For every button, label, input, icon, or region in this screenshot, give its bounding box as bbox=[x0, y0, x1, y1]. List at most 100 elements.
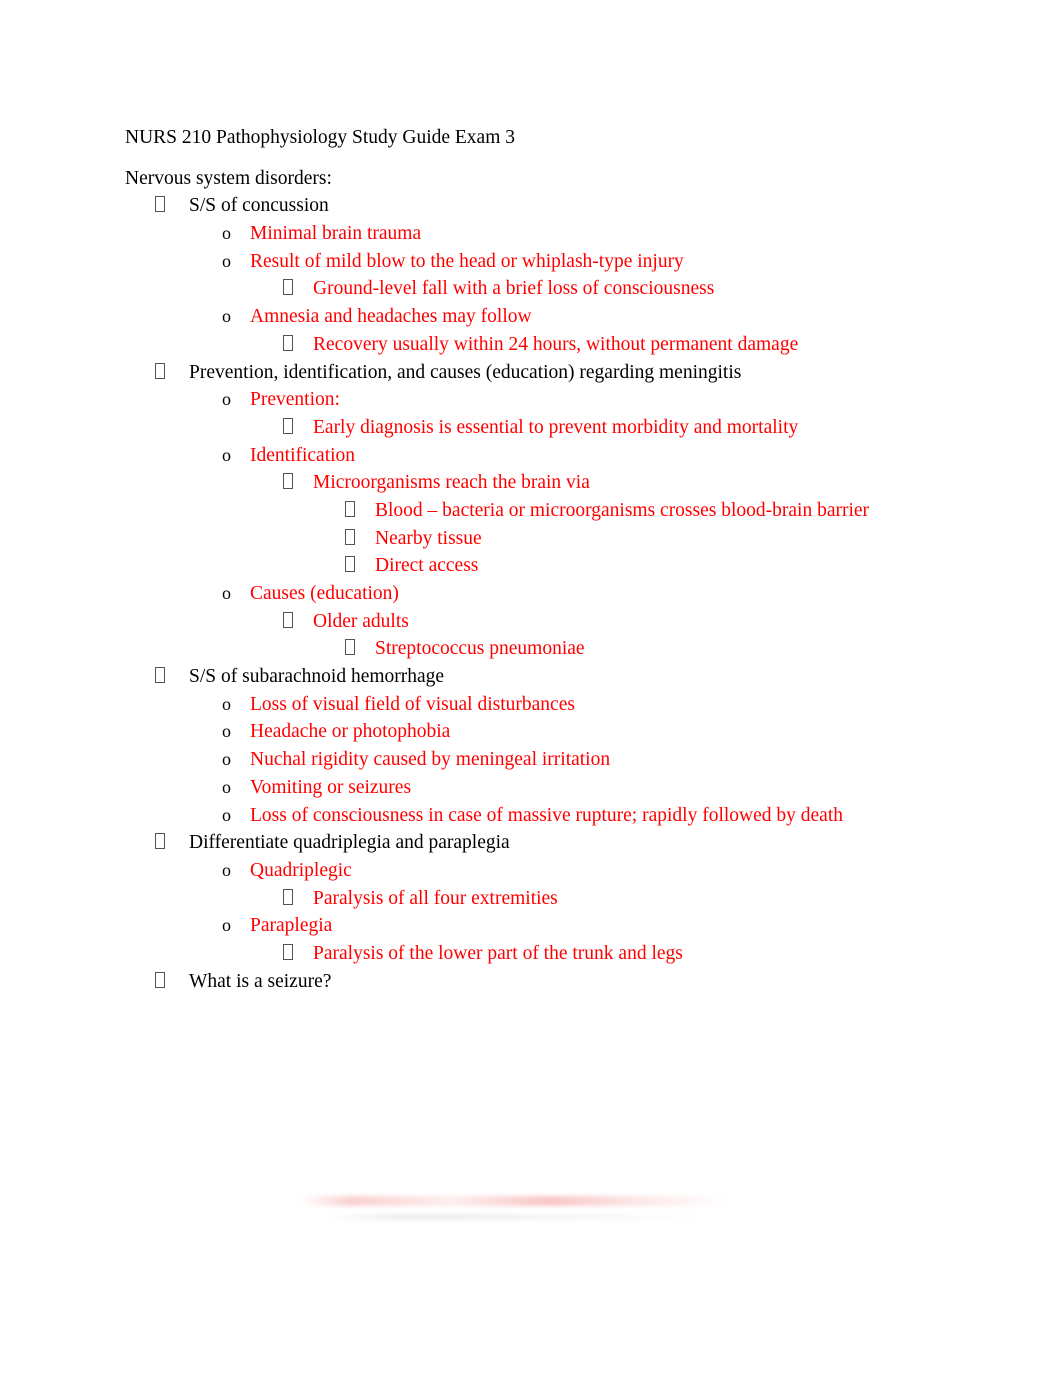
bullet-marker-box-icon bbox=[345, 525, 355, 553]
bullet-marker-box-icon bbox=[283, 608, 293, 636]
missing-glyph-box bbox=[283, 334, 293, 351]
bullet-marker-o-icon: o bbox=[222, 859, 231, 880]
bullet-marker-box-icon bbox=[155, 192, 165, 220]
missing-glyph-box bbox=[155, 971, 165, 988]
outline-item-text: Differentiate quadriplegia and paraplegi… bbox=[189, 832, 510, 854]
outline-item-text: Result of mild blow to the head or whipl… bbox=[250, 250, 684, 272]
bullet-marker-box-icon bbox=[155, 829, 165, 857]
outline-item-text: Early diagnosis is essential to prevent … bbox=[313, 416, 799, 438]
outline-item-level3: Recovery usually within 24 hours, withou… bbox=[125, 331, 945, 359]
outline-item-level4: Nearby tissue bbox=[125, 525, 945, 553]
document-body: NURS 210 Pathophysiology Study Guide Exa… bbox=[125, 124, 945, 995]
outline-item-text: Paralysis of all four extremities bbox=[313, 887, 558, 909]
missing-glyph-box bbox=[155, 196, 165, 213]
missing-glyph-box bbox=[155, 667, 165, 684]
bullet-marker-box-icon bbox=[283, 940, 293, 968]
outline-item-level2: o Causes (education) bbox=[125, 580, 945, 608]
bullet-marker-box-icon bbox=[283, 885, 293, 913]
outline-item-level2: o Result of mild blow to the head or whip… bbox=[125, 248, 945, 276]
outline-item-level2: o Headache or photophobia bbox=[125, 718, 945, 746]
outline-item-text: Direct access bbox=[375, 555, 479, 577]
outline-item-text: Prevention: bbox=[250, 389, 340, 411]
bullet-marker-box-icon bbox=[155, 663, 165, 691]
bullet-marker-box-icon bbox=[155, 968, 165, 996]
bullet-marker-o-icon: o bbox=[222, 749, 231, 770]
bullet-marker-box-icon bbox=[345, 497, 355, 525]
outline-item-text: Causes (education) bbox=[250, 583, 399, 605]
bullet-marker-o-icon: o bbox=[222, 693, 231, 714]
outline-item-level2: o Quadriplegic bbox=[125, 857, 945, 885]
bullet-marker-o-icon: o bbox=[222, 444, 231, 465]
outline-item-text: S/S of subarachnoid hemorrhage bbox=[189, 666, 445, 688]
outline-item-level3: Microorganisms reach the brain via bbox=[125, 469, 945, 497]
outline-item-level2: o Nuchal rigidity caused by meningeal irr… bbox=[125, 746, 945, 774]
page-scan-artifact-secondary bbox=[330, 1214, 710, 1220]
bullet-marker-box-icon bbox=[283, 469, 293, 497]
bullet-marker-o-icon: o bbox=[222, 804, 231, 825]
outline-item-text: Paralysis of the lower part of the trunk… bbox=[313, 942, 683, 964]
section-heading-nervous-system-disorders: Nervous system disorders: bbox=[125, 167, 332, 189]
missing-glyph-box bbox=[345, 528, 355, 545]
bullet-marker-box-icon bbox=[345, 552, 355, 580]
missing-glyph-box bbox=[345, 639, 355, 656]
bullet-marker-box-icon bbox=[283, 331, 293, 359]
outline-item-text: Streptococcus pneumoniae bbox=[375, 638, 585, 660]
outline-item-text: S/S of concussion bbox=[189, 195, 329, 217]
outline-item-text: Nearby tissue bbox=[375, 527, 482, 549]
outline-item-text: Vomiting or seizures bbox=[250, 776, 412, 798]
outline-item-text: Headache or photophobia bbox=[250, 721, 451, 743]
bullet-marker-o-icon: o bbox=[222, 250, 231, 271]
outline-item-text: Recovery usually within 24 hours, withou… bbox=[313, 333, 799, 355]
outline-item-level3: Older adults bbox=[125, 608, 945, 636]
missing-glyph-box bbox=[283, 888, 293, 905]
bullet-marker-o-icon: o bbox=[222, 306, 231, 327]
outline-item-level3: Early diagnosis is essential to prevent … bbox=[125, 414, 945, 442]
outline-item-level1: Differentiate quadriplegia and paraplegi… bbox=[125, 829, 945, 857]
outline-item-text: Nuchal rigidity caused by meningeal irri… bbox=[250, 749, 611, 771]
missing-glyph-box bbox=[155, 362, 165, 379]
outline-item-text: Quadriplegic bbox=[250, 859, 352, 881]
bullet-marker-o-icon: o bbox=[222, 776, 231, 797]
missing-glyph-box bbox=[283, 473, 293, 490]
outline-item-level1: S/S of subarachnoid hemorrhage bbox=[125, 663, 945, 691]
missing-glyph-box bbox=[283, 943, 293, 960]
missing-glyph-box bbox=[345, 556, 355, 573]
missing-glyph-box bbox=[283, 279, 293, 296]
outline-item-level2: o Vomiting or seizures bbox=[125, 774, 945, 802]
outline-item-level1: What is a seizure? bbox=[125, 968, 945, 996]
outline-item-level1: Prevention, identification, and causes (… bbox=[125, 359, 945, 387]
bullet-marker-o-icon: o bbox=[222, 389, 231, 410]
outline-item-text: Ground-level fall with a brief loss of c… bbox=[313, 278, 715, 300]
document-page: NURS 210 Pathophysiology Study Guide Exa… bbox=[0, 0, 1062, 1377]
bullet-marker-box-icon bbox=[283, 275, 293, 303]
outline-item-level2: o Loss of visual field of visual disturba… bbox=[125, 691, 945, 719]
outline-item-level2: o Loss of consciousness in case of massiv… bbox=[125, 802, 945, 830]
missing-glyph-box bbox=[155, 833, 165, 850]
outline-list: S/S of concussion o Minimal brain trauma o R… bbox=[125, 192, 945, 995]
bullet-marker-o-icon: o bbox=[222, 583, 231, 604]
outline-item-text: Minimal brain trauma bbox=[250, 223, 422, 245]
outline-item-level3: Ground-level fall with a brief loss of c… bbox=[125, 275, 945, 303]
bullet-marker-box-icon bbox=[283, 414, 293, 442]
document-title: NURS 210 Pathophysiology Study Guide Exa… bbox=[125, 127, 516, 148]
outline-item-text: What is a seizure? bbox=[189, 970, 332, 992]
outline-item-text: Loss of consciousness in case of massive… bbox=[250, 804, 843, 826]
outline-item-level2: o Paraplegia bbox=[125, 912, 945, 940]
outline-item-level4: Streptococcus pneumoniae bbox=[125, 635, 945, 663]
missing-glyph-box bbox=[283, 611, 293, 628]
outline-item-text: Blood – bacteria or microorganisms cross… bbox=[375, 499, 870, 521]
outline-item-level2: o Amnesia and headaches may follow bbox=[125, 303, 945, 331]
outline-item-text: Loss of visual field of visual disturban… bbox=[250, 693, 575, 715]
bullet-marker-box-icon bbox=[155, 359, 165, 387]
bullet-marker-o-icon: o bbox=[222, 721, 231, 742]
outline-item-text: Older adults bbox=[313, 610, 409, 632]
outline-item-level4: Blood – bacteria or microorganisms cross… bbox=[125, 497, 945, 525]
outline-item-level2: o Prevention: bbox=[125, 386, 945, 414]
outline-item-text: Paraplegia bbox=[250, 915, 333, 937]
bullet-marker-o-icon: o bbox=[222, 915, 231, 936]
bullet-marker-o-icon: o bbox=[222, 223, 231, 244]
outline-item-level1: S/S of concussion bbox=[125, 192, 945, 220]
outline-item-level3: Paralysis of all four extremities bbox=[125, 885, 945, 913]
outline-item-level2: o Identification bbox=[125, 442, 945, 470]
outline-item-text: Amnesia and headaches may follow bbox=[250, 306, 532, 328]
